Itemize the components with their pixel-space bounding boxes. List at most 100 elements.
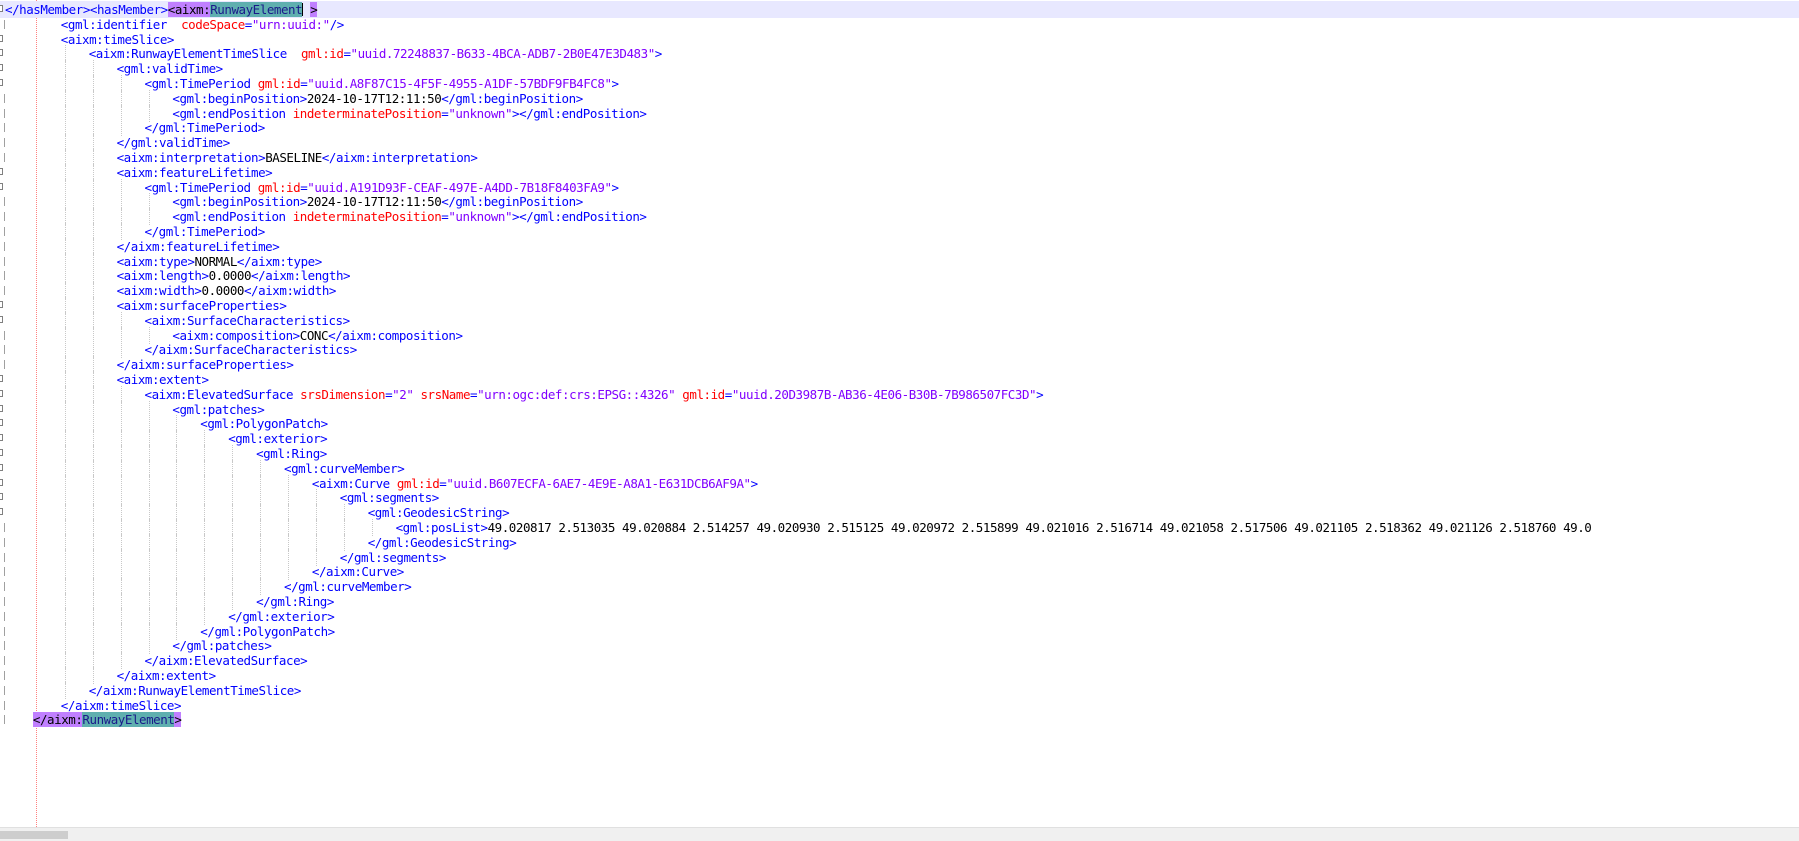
fold-toggle-icon[interactable] <box>0 478 3 486</box>
fold-guide <box>0 19 5 29</box>
xml-tag: </gml:beginPosition> <box>441 194 583 210</box>
fold-toggle-icon[interactable] <box>0 434 3 442</box>
xml-tag: <aixm:surfaceProperties> <box>116 298 287 313</box>
fold-guide <box>0 582 5 592</box>
xml-tag: </gml:curveMember> <box>284 579 412 595</box>
xml-tag: </aixm:RunwayElementTimeSlice> <box>88 682 302 698</box>
xml-tag: <gml:PolygonPatch> <box>200 416 328 432</box>
xml-tag: <aixm:timeSlice> <box>60 31 175 47</box>
xml-text: 0.0000 <box>201 283 245 299</box>
xml-attribute: codeSpace <box>181 16 245 32</box>
fold-toggle-icon[interactable] <box>0 301 3 308</box>
xml-tag: </hasMember><hasMember> <box>5 2 168 17</box>
fold-toggle-icon[interactable] <box>0 419 3 427</box>
fold-toggle-icon[interactable] <box>0 64 3 72</box>
xml-tag: <gml:beginPosition> <box>172 194 307 210</box>
xml-attribute-value: "uuid.A8F87C15-4F5F-4955-A1DF-57BDF9FB4F… <box>307 76 612 91</box>
xml-editor[interactable]: </hasMember><hasMember> <aixm:RunwayEleme… <box>0 0 1799 841</box>
code-line[interactable]: </aixm:RunwayElement> <box>0 711 1799 728</box>
xml-tag: = <box>724 386 733 402</box>
xml-text: 2024-10-17T12:11:50 <box>306 194 442 210</box>
xml-tag: </aixm:interpretation> <box>321 150 478 165</box>
xml-tag: = <box>244 16 253 32</box>
xml-tag: <gml:identifier <box>60 16 182 32</box>
xml-tag: </aixm:composition> <box>328 327 463 343</box>
fold-toggle-icon[interactable] <box>0 389 3 397</box>
fold-toggle-icon[interactable] <box>0 5 3 12</box>
xml-tag: <aixm:featureLifetime> <box>116 164 273 180</box>
xml-text: CONC <box>299 327 329 343</box>
xml-tag: <aixm:RunwayElementTimeSlice <box>88 46 301 62</box>
fold-toggle-icon[interactable] <box>0 49 3 57</box>
fold-toggle-icon[interactable] <box>0 79 3 86</box>
xml-tag: <gml:patches> <box>172 401 265 417</box>
tag-match-highlight: > <box>174 712 182 728</box>
xml-tag: <aixm:length> <box>116 268 209 284</box>
fold-guide <box>0 597 5 606</box>
xml-tag: </gml:beginPosition> <box>441 90 583 106</box>
xml-tag: </aixm:extent> <box>116 668 217 683</box>
xml-tag: </gml:GeodesicString> <box>367 534 517 550</box>
fold-toggle-icon[interactable] <box>0 34 3 42</box>
xml-attribute: gml:id <box>396 475 440 491</box>
fold-toggle-icon[interactable] <box>0 167 3 175</box>
xml-tag: ></gml:endPosition> <box>512 105 647 121</box>
xml-attribute-value: "unknown" <box>448 105 513 121</box>
fold-toggle-icon[interactable] <box>0 463 3 471</box>
fold-guide <box>0 567 5 577</box>
fold-guide <box>0 345 5 355</box>
xml-tag: </aixm:surfaceProperties> <box>116 357 294 373</box>
fold-guide <box>0 286 5 296</box>
xml-attribute-value: "2" <box>392 386 414 402</box>
fold-guide <box>0 360 5 370</box>
fold-toggle-icon[interactable] <box>0 493 3 501</box>
fold-guide <box>0 537 5 547</box>
xml-attribute: gml:id <box>300 46 344 62</box>
xml-tag: <gml:segments> <box>339 490 440 506</box>
fold-guide <box>0 715 5 725</box>
xml-text: 49.020817 2.513035 49.020884 2.514257 49… <box>487 520 1592 535</box>
tag-match-highlight: </aixm: <box>32 712 83 728</box>
xml-attribute-value: "uuid.72248837-B633-4BCA-ADB7-2B0E47E3D4… <box>350 46 656 62</box>
xml-tag: <aixm:interpretation> <box>116 150 266 165</box>
fold-toggle-icon[interactable] <box>0 182 3 190</box>
xml-tag: <aixm:ElevatedSurface <box>144 386 301 402</box>
xml-tag: </aixm:timeSlice> <box>60 697 182 713</box>
xml-attribute-value: "unknown" <box>448 209 513 225</box>
xml-attribute: gml:id <box>257 76 301 91</box>
xml-tag: <aixm:Curve <box>311 475 397 491</box>
xml-attribute: srsDimension <box>300 386 386 402</box>
xml-tag: <gml:beginPosition> <box>172 90 307 106</box>
scrollbar-thumb[interactable] <box>0 831 68 839</box>
xml-tag: </gml:exterior> <box>228 608 335 624</box>
horizontal-scrollbar[interactable] <box>0 827 1799 841</box>
fold-guide <box>0 153 5 162</box>
fold-toggle-icon[interactable] <box>0 508 3 516</box>
xml-tag: </aixm:width> <box>243 283 336 299</box>
fold-toggle-icon[interactable] <box>0 315 3 323</box>
tag-match-highlight: > <box>310 2 318 17</box>
xml-attribute: indeterminatePosition <box>292 105 442 121</box>
fold-guide <box>0 523 5 532</box>
xml-attribute: srsName <box>420 386 471 402</box>
fold-guide <box>0 626 5 636</box>
fold-guide <box>0 197 5 207</box>
xml-tag: </gml:Ring> <box>256 594 334 609</box>
xml-tag: <gml:TimePeriod <box>144 179 258 195</box>
xml-tag: <gml:GeodesicString> <box>367 505 510 521</box>
xml-attribute: gml:id <box>257 179 301 195</box>
fold-guide <box>0 330 5 340</box>
fold-guide <box>0 227 5 236</box>
xml-tag: <gml:validTime> <box>116 61 224 77</box>
xml-tag: <aixm:type> <box>116 253 195 269</box>
fold-toggle-icon[interactable] <box>0 449 3 456</box>
fold-toggle-icon[interactable] <box>0 404 3 412</box>
fold-toggle-icon[interactable] <box>0 375 3 382</box>
xml-tag: > <box>654 46 663 62</box>
xml-tag: </gml:TimePeriod> <box>144 120 266 136</box>
xml-tag: </gml:TimePeriod> <box>144 224 266 239</box>
xml-tag: </gml:segments> <box>339 549 447 565</box>
tag-match-highlight: <aixm: <box>167 2 211 17</box>
fold-guide <box>0 93 5 103</box>
xml-attribute: gml:id <box>682 386 725 402</box>
